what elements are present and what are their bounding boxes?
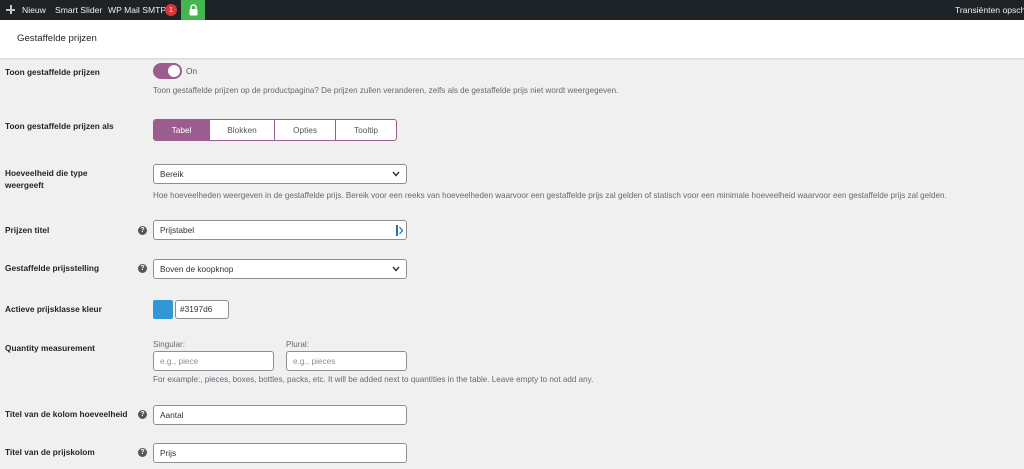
singular-input[interactable] xyxy=(153,351,274,371)
page-header: Gestaffelde prijzen xyxy=(0,20,1024,58)
quantity-type-label-line2: weergeeft xyxy=(5,180,44,190)
prices-title-input[interactable]: Prijstabel xyxy=(153,220,407,240)
color-hex-input[interactable]: #3197d6 xyxy=(175,300,229,319)
text-cursor-icon xyxy=(396,225,403,236)
security-lock-button[interactable] xyxy=(181,0,205,20)
plus-icon[interactable] xyxy=(5,4,16,15)
display-option-opties[interactable]: Opties xyxy=(275,120,336,140)
prices-title-label: Prijzen titel xyxy=(5,225,50,235)
help-icon[interactable]: ? xyxy=(138,226,147,235)
position-label: Gestaffelde prijsstelling xyxy=(5,263,100,273)
active-color-label: Actieve prijsklasse kleur xyxy=(5,304,102,314)
color-swatch[interactable] xyxy=(153,300,173,319)
chevron-down-icon xyxy=(392,171,400,177)
page-title: Gestaffelde prijzen xyxy=(17,33,97,44)
admin-bar-smart-slider[interactable]: Smart Slider xyxy=(55,0,102,20)
show-tiered-label: Toon gestaffelde prijzen xyxy=(5,67,100,77)
chevron-down-icon xyxy=(392,266,400,272)
quantity-measurement-description: For example:, pieces, boxes, bottles, pa… xyxy=(153,375,594,384)
price-column-value: Prijs xyxy=(160,448,177,458)
toggle-knob xyxy=(168,65,180,77)
lock-icon xyxy=(189,4,198,16)
notification-badge: 1 xyxy=(165,4,177,16)
admin-bar-new[interactable]: Nieuw xyxy=(22,0,46,20)
display-option-tooltip[interactable]: Tooltip xyxy=(336,120,396,140)
help-icon[interactable]: ? xyxy=(138,264,147,273)
display-as-label: Toon gestaffelde prijzen als xyxy=(5,121,114,131)
position-value: Boven de koopknop xyxy=(160,264,234,274)
plural-label: Plural: xyxy=(286,340,309,349)
admin-bar: Nieuw Smart Slider WP Mail SMTP 1 Transi… xyxy=(0,0,1024,20)
quantity-column-input[interactable]: Aantal xyxy=(153,405,407,425)
display-as-segmented-control: Tabel Blokken Opties Tooltip xyxy=(153,119,397,141)
admin-bar-wp-mail-smtp[interactable]: WP Mail SMTP xyxy=(108,0,166,20)
quantity-measurement-label: Quantity measurement xyxy=(5,343,95,353)
price-column-input[interactable]: Prijs xyxy=(153,443,407,463)
price-column-label: Titel van de prijskolom xyxy=(5,447,95,457)
prices-title-value: Prijstabel xyxy=(160,225,195,235)
quantity-type-value: Bereik xyxy=(160,169,184,179)
quantity-type-select[interactable]: Bereik xyxy=(153,164,407,184)
show-tiered-description: Toon gestaffelde prijzen op de productpa… xyxy=(153,86,619,95)
quantity-type-description: Hoe hoeveelheden weergeven in de gestaff… xyxy=(153,191,947,200)
display-option-tabel[interactable]: Tabel xyxy=(154,120,210,140)
quantity-column-label: Titel van de kolom hoeveelheid xyxy=(5,409,128,419)
toggle-state-label: On xyxy=(186,66,198,76)
help-icon[interactable]: ? xyxy=(138,410,147,419)
plural-input[interactable] xyxy=(286,351,407,371)
quantity-column-value: Aantal xyxy=(160,410,184,420)
admin-bar-transients[interactable]: Transiënten opsch xyxy=(955,0,1024,20)
display-option-blokken[interactable]: Blokken xyxy=(210,120,275,140)
quantity-type-label-line1: Hoeveelheid die type xyxy=(5,168,88,178)
position-select[interactable]: Boven de koopknop xyxy=(153,259,407,279)
help-icon[interactable]: ? xyxy=(138,448,147,457)
singular-label: Singular: xyxy=(153,340,185,349)
show-tiered-toggle[interactable] xyxy=(153,63,182,79)
